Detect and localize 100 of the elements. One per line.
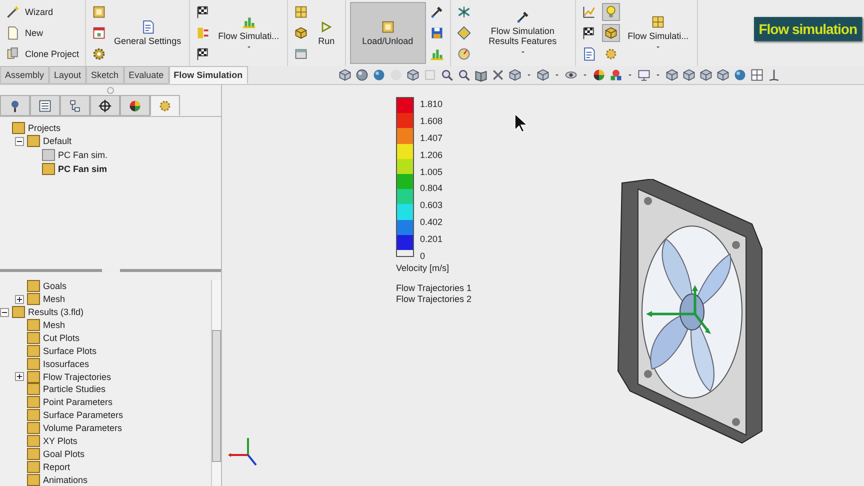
calendar-icon[interactable] bbox=[92, 26, 106, 40]
tree-item[interactable]: Point Parameters bbox=[43, 397, 113, 408]
scale-value: 1.810 bbox=[420, 99, 443, 109]
tree-item[interactable]: Default bbox=[43, 136, 72, 146]
gauge-icon[interactable] bbox=[456, 46, 471, 61]
tree-item[interactable]: Surface Plots bbox=[43, 346, 97, 356]
cube-icon[interactable] bbox=[406, 68, 420, 82]
panel-tab[interactable] bbox=[90, 95, 120, 116]
checkered-flag-icon[interactable] bbox=[582, 26, 596, 40]
tree-item[interactable]: Flow Trajectories bbox=[43, 372, 112, 382]
expander-toggle[interactable] bbox=[0, 308, 9, 317]
tree-item[interactable]: Cut Plots bbox=[43, 332, 80, 343]
window-icon[interactable] bbox=[294, 46, 308, 61]
crossed-planes-icon[interactable] bbox=[456, 5, 471, 20]
ribbon-button[interactable]: Flow Simulati... bbox=[214, 2, 284, 64]
panel-tab[interactable] bbox=[120, 95, 150, 116]
copy-icon[interactable] bbox=[6, 46, 20, 61]
tree-item[interactable]: XY Plots bbox=[43, 436, 78, 446]
expander-toggle[interactable] bbox=[15, 372, 24, 382]
tab[interactable]: Sketch bbox=[86, 66, 124, 84]
tab[interactable]: Layout bbox=[49, 66, 86, 84]
tree-item[interactable]: Report bbox=[43, 462, 70, 472]
grid-icon[interactable] bbox=[651, 15, 666, 29]
expander-toggle[interactable] bbox=[15, 136, 24, 146]
plot-name: Flow Trajectories 2 bbox=[396, 294, 472, 305]
cube-icon[interactable] bbox=[716, 68, 730, 82]
tree-item[interactable]: Results (3.fld) bbox=[28, 307, 84, 318]
run-button[interactable]: Run bbox=[312, 2, 341, 64]
tree-item[interactable]: PC Fan sim bbox=[58, 164, 108, 174]
grid-icon[interactable] bbox=[294, 5, 308, 20]
expander-toggle[interactable] bbox=[15, 294, 24, 304]
tree-item[interactable]: Goals bbox=[43, 281, 67, 292]
list-icon bbox=[38, 98, 52, 112]
line-chart-icon[interactable] bbox=[582, 5, 596, 20]
tab[interactable]: Evaluate bbox=[124, 66, 169, 84]
tree-item[interactable]: Volume Parameters bbox=[43, 423, 122, 434]
tab[interactable]: Assembly bbox=[0, 66, 50, 84]
wand-icon[interactable] bbox=[6, 5, 20, 20]
cube-icon[interactable] bbox=[536, 68, 550, 82]
gear-icon[interactable] bbox=[92, 46, 106, 61]
report-icon[interactable] bbox=[140, 20, 155, 34]
cube-icon[interactable] bbox=[699, 68, 713, 82]
panel-tab[interactable] bbox=[60, 95, 90, 116]
tree-item-icon bbox=[27, 474, 40, 486]
tree-item[interactable]: Mesh bbox=[43, 320, 66, 330]
ribbon-button[interactable]: Flow Simulation Results Features bbox=[474, 2, 571, 64]
scale-value: 0.603 bbox=[420, 200, 443, 210]
scrollbar[interactable] bbox=[211, 280, 221, 486]
magnifier-icon[interactable] bbox=[440, 68, 454, 82]
checkered-flag-icon[interactable] bbox=[196, 5, 210, 20]
tree-item[interactable]: Particle Studies bbox=[43, 384, 106, 394]
play-icon[interactable] bbox=[319, 20, 334, 34]
sphere-icon[interactable] bbox=[355, 68, 369, 82]
ribbon-button[interactable]: Clone Project bbox=[4, 46, 82, 62]
cube-icon[interactable] bbox=[294, 26, 308, 40]
ribbon-button[interactable]: Wizard bbox=[4, 4, 82, 20]
tree-item[interactable]: PC Fan sim. bbox=[58, 150, 108, 160]
colored-cubes-icon[interactable] bbox=[609, 68, 623, 82]
tree-item[interactable]: Projects bbox=[28, 122, 61, 133]
ribbon-button[interactable]: Load/Unload bbox=[350, 2, 426, 64]
tree-item-icon bbox=[27, 358, 40, 370]
tree-item-icon bbox=[27, 332, 40, 344]
page-icon[interactable] bbox=[6, 26, 20, 40]
magnifier-icon[interactable] bbox=[457, 68, 471, 82]
ribbon-button[interactable]: General Settings bbox=[110, 2, 186, 64]
ribbon-button[interactable]: New bbox=[4, 24, 82, 41]
panel-tab[interactable] bbox=[30, 95, 60, 116]
panel-grip[interactable] bbox=[107, 86, 114, 94]
color-wheel-icon bbox=[128, 98, 142, 112]
cube-icon[interactable] bbox=[665, 68, 679, 82]
tree-item[interactable]: Animations bbox=[43, 474, 88, 485]
sphere-icon[interactable] bbox=[372, 68, 386, 82]
tree-item[interactable]: Goal Plots bbox=[43, 448, 85, 459]
tree-item-icon bbox=[12, 122, 25, 134]
sphere-icon[interactable] bbox=[733, 68, 747, 82]
hierarchy-icon bbox=[68, 98, 82, 112]
diamond-icon[interactable] bbox=[456, 26, 471, 40]
tree-item[interactable]: Surface Parameters bbox=[43, 410, 124, 420]
arrows-icon[interactable] bbox=[196, 26, 210, 40]
eyedropper-icon[interactable] bbox=[430, 5, 444, 20]
tree-item-icon bbox=[27, 396, 40, 408]
panes-icon[interactable] bbox=[750, 68, 764, 82]
tree-item[interactable]: Isosurfaces bbox=[43, 358, 90, 369]
cube-icon[interactable] bbox=[682, 68, 696, 82]
cube-icon[interactable] bbox=[338, 68, 352, 82]
block-icon[interactable] bbox=[92, 5, 106, 20]
book-icon[interactable] bbox=[474, 68, 488, 82]
monitor-icon[interactable] bbox=[637, 68, 651, 82]
tab[interactable]: Flow Simulation bbox=[168, 66, 248, 84]
checkered-flag-icon[interactable] bbox=[196, 46, 210, 61]
color-wheel-icon[interactable] bbox=[592, 68, 606, 82]
tree-item-icon bbox=[27, 448, 40, 460]
axes-icon[interactable] bbox=[767, 68, 781, 82]
ribbon-button[interactable]: Flow Simulati... bbox=[624, 2, 693, 64]
cube-icon[interactable] bbox=[508, 68, 522, 82]
tree-item-icon bbox=[27, 319, 40, 332]
report-icon[interactable] bbox=[582, 46, 596, 61]
tree-item[interactable]: Mesh bbox=[43, 294, 66, 304]
block-icon[interactable] bbox=[380, 20, 395, 34]
eyedropper-icon[interactable] bbox=[516, 10, 530, 24]
